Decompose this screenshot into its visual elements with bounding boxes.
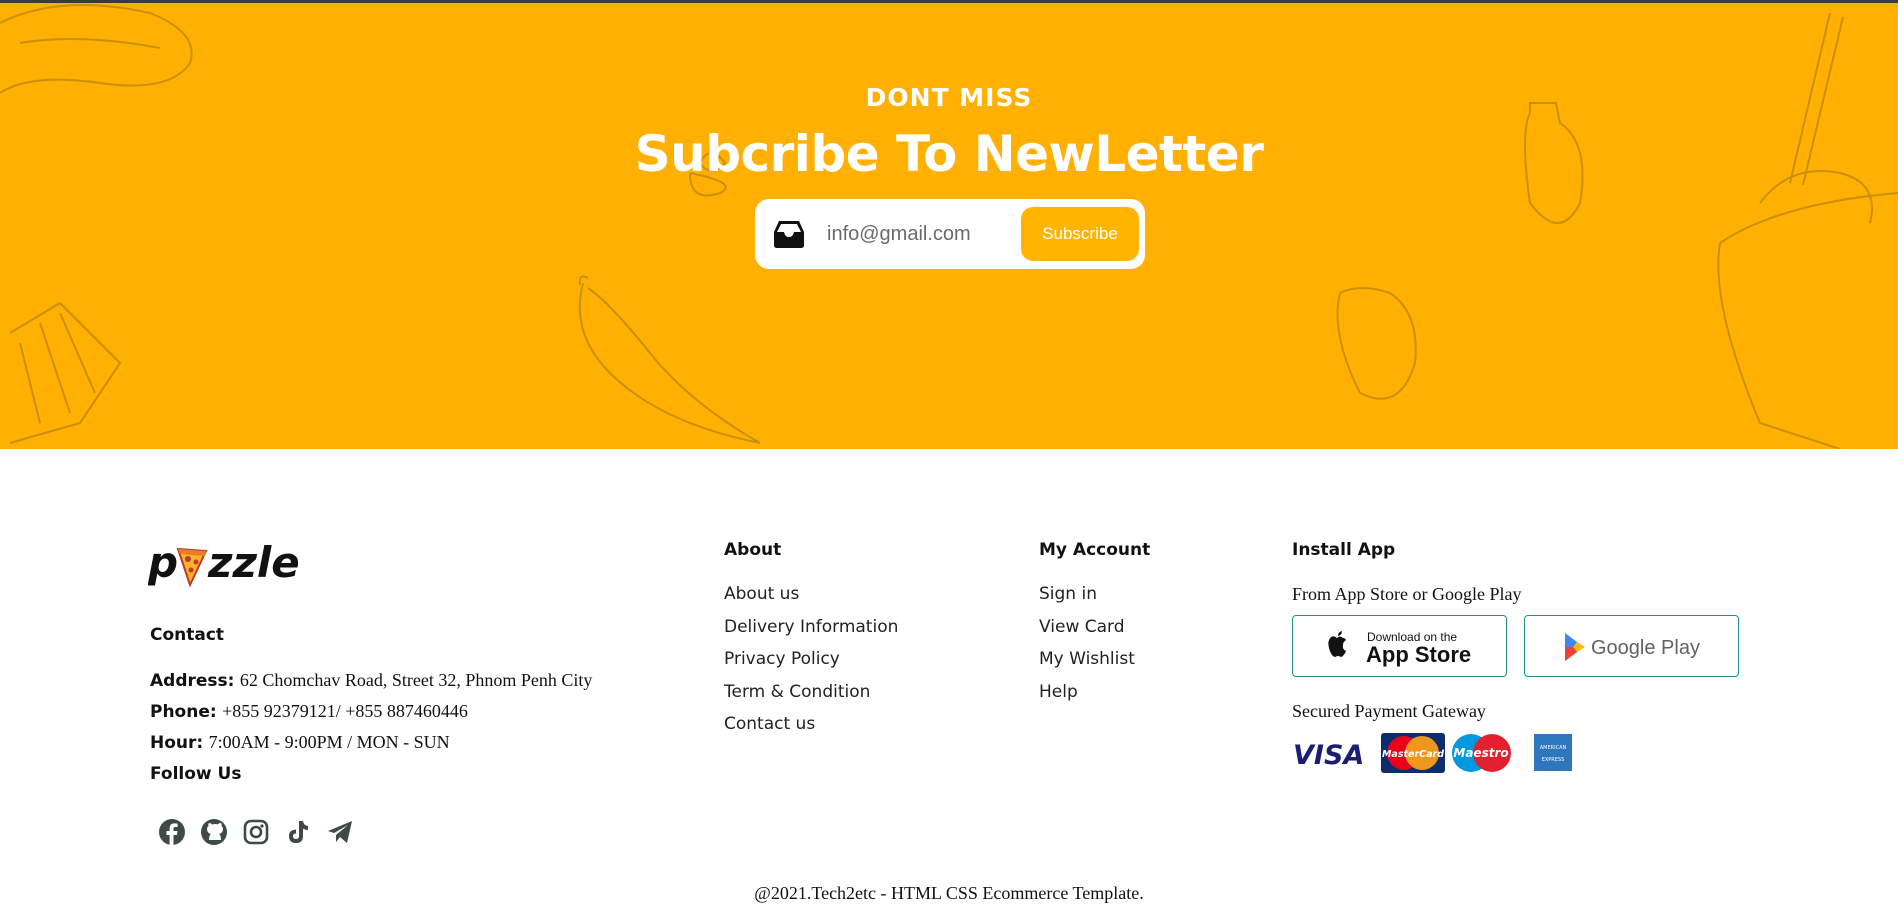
visa-text: VISA (1293, 740, 1364, 771)
account-title: My Account (1039, 540, 1151, 560)
social-links (158, 818, 354, 846)
link-about-us[interactable]: About us (724, 578, 898, 611)
mastercard-text: MasterCard (1382, 749, 1444, 760)
install-subtitle: From App Store or Google Play (1292, 584, 1522, 604)
newsletter-banner: DONT MISS Subcribe To NewLetter Subscrib… (0, 3, 1898, 449)
app-store-badge: Download on the App Store (1328, 630, 1471, 667)
phone-value: +855 92379121/ +855 887460446 (222, 701, 468, 721)
app-store-big-text: App Store (1366, 642, 1471, 667)
follow-us-title: Follow Us (150, 764, 242, 784)
email-input[interactable] (827, 215, 1027, 253)
facebook-icon[interactable] (158, 818, 186, 846)
logo-text-left: p (148, 538, 178, 587)
app-store-button[interactable]: Download on the App Store (1292, 615, 1507, 677)
copyright-text: @2021.Tech2etc - HTML CSS Ecommerce Temp… (754, 883, 1144, 903)
inbox-icon (774, 221, 804, 248)
link-view-card[interactable]: View Card (1039, 611, 1135, 644)
github-icon[interactable] (200, 818, 228, 846)
google-play-badge: Google Play (1565, 633, 1700, 661)
hour-label: Hour: (150, 733, 204, 753)
instagram-icon[interactable] (242, 818, 270, 846)
visa-icon: VISA (1293, 740, 1364, 771)
address-label: Address: (150, 671, 235, 691)
pizza-slice-icon (176, 547, 208, 588)
link-contact-us[interactable]: Contact us (724, 708, 898, 741)
amex-text-2: EXPRESS (1542, 757, 1565, 763)
subscribe-form: Subscribe (755, 199, 1145, 269)
tiktok-icon[interactable] (284, 818, 312, 846)
logo-text-right: zzle (207, 538, 298, 587)
brand-logo[interactable]: p zzle (148, 537, 298, 591)
link-term-condition[interactable]: Term & Condition (724, 676, 898, 709)
phone-line: Phone: +855 92379121/ +855 887460446 (150, 701, 468, 722)
link-my-wishlist[interactable]: My Wishlist (1039, 643, 1135, 676)
link-delivery-information[interactable]: Delivery Information (724, 611, 898, 644)
newsletter-eyebrow: DONT MISS (865, 83, 1033, 112)
phone-label: Phone: (150, 702, 217, 722)
telegram-icon[interactable] (326, 818, 354, 846)
payment-methods: VISA MasterCard Maestro AMERICAN EXPRESS (1293, 733, 1572, 773)
about-links: About us Delivery Information Privacy Po… (724, 578, 898, 741)
maestro-icon: Maestro (1452, 734, 1511, 772)
maestro-text: Maestro (1453, 746, 1508, 760)
link-help[interactable]: Help (1039, 676, 1135, 709)
link-privacy-policy[interactable]: Privacy Policy (724, 643, 898, 676)
address-value: 62 Chomchav Road, Street 32, Phnom Penh … (239, 670, 593, 690)
install-title: Install App (1292, 540, 1396, 560)
google-play-button[interactable]: Google Play (1524, 615, 1739, 677)
link-sign-in[interactable]: Sign in (1039, 578, 1135, 611)
newsletter-headline: Subcribe To NewLetter (634, 125, 1264, 183)
amex-icon: AMERICAN EXPRESS (1534, 734, 1572, 771)
contact-title: Contact (150, 625, 225, 645)
mastercard-icon: MasterCard (1381, 733, 1445, 773)
address-line: Address: 62 Chomchav Road, Street 32, Ph… (150, 670, 592, 691)
amex-text: AMERICAN (1540, 745, 1567, 751)
hour-value: 7:00AM - 9:00PM / MON - SUN (208, 732, 450, 752)
about-title: About (724, 540, 782, 560)
account-links: Sign in View Card My Wishlist Help (1039, 578, 1135, 708)
hour-line: Hour: 7:00AM - 9:00PM / MON - SUN (150, 732, 450, 753)
google-play-icon (1565, 633, 1585, 661)
google-play-text: Google Play (1591, 637, 1700, 659)
subscribe-button[interactable]: Subscribe (1021, 207, 1139, 261)
payment-title: Secured Payment Gateway (1292, 701, 1486, 721)
apple-icon (1328, 631, 1346, 657)
